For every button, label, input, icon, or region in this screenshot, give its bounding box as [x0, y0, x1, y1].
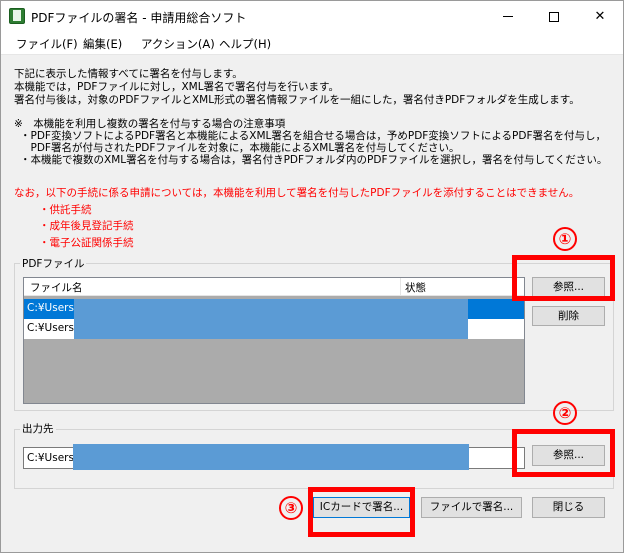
file-name-cell: C:¥Users — [27, 322, 74, 334]
highlight-box-3 — [308, 487, 415, 537]
minimize-icon — [503, 16, 513, 17]
column-header-filename[interactable]: ファイル名 — [30, 280, 83, 295]
title-bar: PDFファイルの署名 - 申請用総合ソフト ✕ — [1, 1, 623, 32]
warning-text: なお，以下の手続に係る申請については，本機能を利用して署名を付与したPDFファイ… — [14, 187, 580, 199]
output-path-field[interactable]: C:¥Users — [23, 444, 525, 470]
output-path-text: C:¥Users — [27, 452, 74, 464]
info-line-1: 下記に表示した情報すべてに署名を付与します。 — [14, 68, 243, 80]
output-group-label: 出力先 — [20, 421, 56, 436]
info-line-2: 本機能では，PDFファイルに対し，XML署名で署名付与を行います。 — [14, 81, 340, 93]
file-sign-button[interactable]: ファイルで署名... — [421, 497, 522, 518]
menu-bar: ファイル(F) 編集(E) アクション(A) ヘルプ(H) — [1, 32, 623, 54]
list-header: ファイル名 状態 — [24, 278, 524, 296]
pdf-file-group-label: PDFファイル — [20, 256, 87, 271]
menu-edit[interactable]: 編集(E) — [83, 36, 122, 52]
redaction-overlay — [74, 299, 468, 339]
menu-separator — [1, 54, 623, 55]
warning-item-notary: ・電子公証関係手続 — [39, 237, 134, 249]
menu-help[interactable]: ヘルプ(H) — [219, 36, 271, 52]
highlight-box-2 — [512, 429, 615, 477]
close-window-button[interactable]: ✕ — [577, 1, 623, 32]
annotation-number-3: ③ — [279, 496, 303, 520]
app-icon — [9, 8, 25, 24]
column-header-status[interactable]: 状態 — [405, 280, 426, 295]
warning-item-deposit: ・供託手続 — [39, 204, 92, 216]
warning-item-guardianship: ・成年後見登記手続 — [39, 220, 134, 232]
maximize-icon — [549, 11, 559, 22]
menu-action[interactable]: アクション(A) — [141, 36, 215, 52]
close-button[interactable]: 閉じる — [532, 497, 605, 518]
redaction-overlay — [73, 444, 469, 470]
minimize-button[interactable] — [485, 1, 531, 32]
window-title: PDFファイルの署名 - 申請用総合ソフト — [31, 11, 247, 25]
annotation-number-2: ② — [553, 401, 577, 425]
pdf-sign-window: PDFファイルの署名 - 申請用総合ソフト ✕ ファイル(F) 編集(E) アク… — [0, 0, 624, 553]
annotation-number-1: ① — [553, 227, 577, 251]
info-line-3: 署名付与後は，対象のPDFファイルとXML形式の署名情報ファイルを一組にした，署… — [14, 94, 580, 106]
pdf-file-list[interactable]: ファイル名 状態 C:¥Users C:¥Users — [23, 277, 525, 404]
column-divider[interactable] — [400, 278, 401, 296]
maximize-button[interactable] — [531, 1, 577, 32]
file-name-cell: C:¥Users — [27, 302, 74, 314]
delete-button[interactable]: 削除 — [532, 306, 605, 326]
menu-file[interactable]: ファイル(F) — [16, 36, 78, 52]
highlight-box-1 — [512, 255, 615, 301]
note-line-3: ・本機能で複数のXML署名を付与する場合は，署名付きPDFフォルダ内のPDFファ… — [20, 154, 608, 166]
